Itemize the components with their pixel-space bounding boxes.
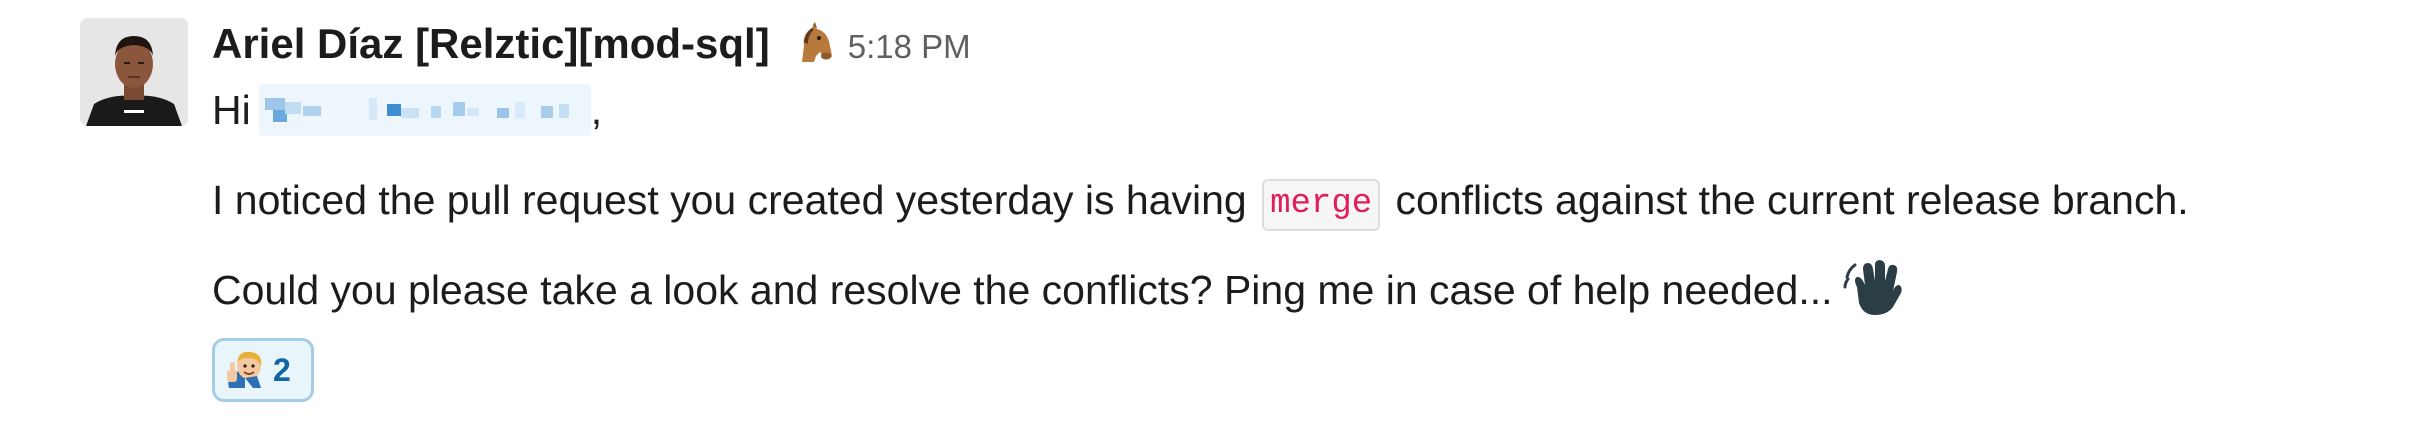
- redacted-mention[interactable]: [258, 84, 591, 137]
- thumbs-up-character-icon: [223, 348, 267, 392]
- timestamp[interactable]: 5:18 PM: [848, 28, 971, 66]
- reaction-button[interactable]: 2: [212, 338, 314, 402]
- request-text: Could you please take a look and resolve…: [212, 267, 1833, 313]
- avatar[interactable]: [80, 18, 188, 126]
- inline-code: merge: [1262, 179, 1381, 231]
- message-line-body: I noticed the pull request you created y…: [212, 172, 2189, 234]
- greeting-text: Hi: [212, 87, 251, 133]
- waving-hand-icon: [1843, 257, 1905, 317]
- avatar-photo: [80, 18, 188, 126]
- body-text-after: conflicts against the current release br…: [1384, 177, 2189, 223]
- message-line-greeting: Hi ,: [212, 82, 602, 139]
- sender-name[interactable]: Ariel Díaz [Relztic][mod-sql]: [212, 20, 770, 68]
- chat-message: Ariel Díaz [Relztic][mod-sql] 5:18 PM Hi: [0, 0, 2420, 422]
- horse-face-icon: [792, 22, 836, 66]
- body-text-before: I noticed the pull request you created y…: [212, 177, 1259, 223]
- reaction-count: 2: [273, 351, 291, 388]
- message-line-request: Could you please take a look and resolve…: [212, 260, 1905, 323]
- greeting-comma: ,: [590, 87, 603, 133]
- message-header: Ariel Díaz [Relztic][mod-sql] 5:18 PM: [212, 16, 971, 72]
